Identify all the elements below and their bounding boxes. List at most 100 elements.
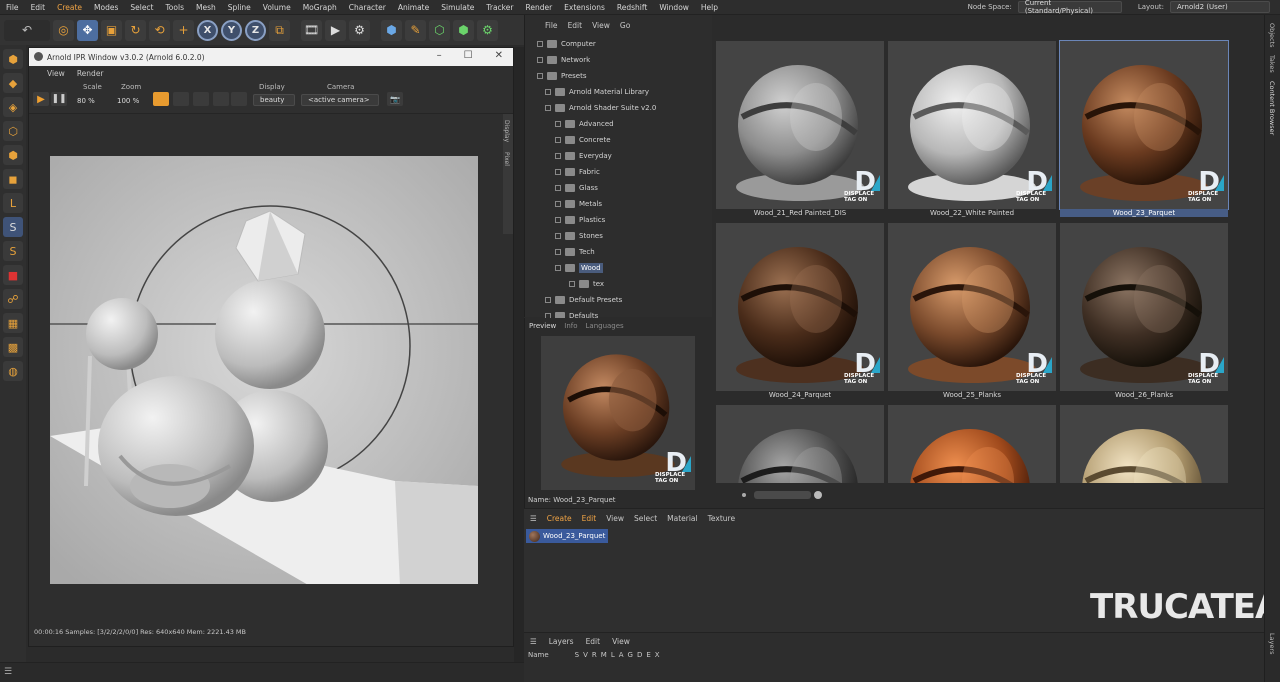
tree-item-tech[interactable]: Tech <box>555 245 595 259</box>
z-axis-lock-button[interactable]: Z <box>245 19 266 41</box>
material-tile[interactable]: D DISPLACE TAG ON <box>888 41 1056 209</box>
menu-render[interactable]: Render <box>519 3 558 12</box>
snapshot-icon[interactable]: 📷 <box>387 92 403 106</box>
zoom-field[interactable]: 100 % <box>117 97 139 105</box>
menu-help[interactable]: Help <box>695 3 724 12</box>
make-editable-icon[interactable]: ⬢ <box>3 49 23 69</box>
rotate-tool-icon[interactable]: ↻ <box>125 19 146 41</box>
subdivision-icon[interactable]: ⬡ <box>429 19 450 41</box>
mat-menu-select[interactable]: Select <box>634 514 657 523</box>
tree-item-stones[interactable]: Stones <box>555 229 603 243</box>
crop-icon[interactable] <box>213 92 229 106</box>
mat-menu-texture[interactable]: Texture <box>708 514 735 523</box>
tree-item-metals[interactable]: Metals <box>555 197 602 211</box>
x-axis-lock-button[interactable]: X <box>197 19 218 41</box>
tree-item-everyday[interactable]: Everyday <box>555 149 612 163</box>
menu-extensions[interactable]: Extensions <box>558 3 611 12</box>
menu-file[interactable]: File <box>0 3 25 12</box>
move-tool-icon[interactable]: ✥ <box>77 19 98 41</box>
tab-languages[interactable]: Languages <box>586 322 624 330</box>
cloner-icon[interactable]: ⬢ <box>453 19 474 41</box>
material-tile[interactable] <box>716 405 884 483</box>
expand-icon[interactable] <box>555 233 561 239</box>
expand-icon[interactable] <box>555 201 561 207</box>
edges-mode-icon[interactable]: ⬢ <box>3 145 23 165</box>
material-tile[interactable] <box>1060 405 1228 483</box>
cb-menu-edit[interactable]: Edit <box>568 21 583 30</box>
menu-select[interactable]: Select <box>124 3 159 12</box>
cb-menu-view[interactable]: View <box>592 21 610 30</box>
tab-info[interactable]: Info <box>564 322 577 330</box>
mat-menu-edit[interactable]: Edit <box>582 514 597 523</box>
node-space-dropdown[interactable]: Current (Standard/Physical) <box>1017 0 1122 15</box>
paint-icon[interactable]: ◍ <box>3 361 23 381</box>
tab-takes[interactable]: Takes <box>1268 55 1276 73</box>
material-tile[interactable]: D DISPLACE TAG ON <box>888 223 1056 391</box>
tree-item-arnold-shader-suite-v2-0[interactable]: Arnold Shader Suite v2.0 <box>545 101 656 115</box>
pen-icon[interactable]: ✎ <box>405 19 426 41</box>
display-side-tab[interactable]: Display <box>503 114 510 142</box>
layers-menu-edit[interactable]: Edit <box>586 637 601 646</box>
mat-menu-create[interactable]: Create <box>547 514 572 523</box>
layer-flag-m[interactable]: M <box>601 651 607 659</box>
expand-icon[interactable] <box>555 185 561 191</box>
tab-objects[interactable]: Objects <box>1268 23 1276 48</box>
render-settings-icon[interactable]: ⚙ <box>349 19 370 41</box>
polygons-mode-icon[interactable]: ◼ <box>3 169 23 189</box>
layer-flag-x[interactable]: X <box>655 651 660 659</box>
undo-icon[interactable]: ↶ <box>4 19 50 41</box>
menu-edit[interactable]: Edit <box>25 3 52 12</box>
slider-track[interactable] <box>753 491 812 499</box>
expand-icon[interactable] <box>537 41 543 47</box>
coordinate-system-icon[interactable]: ⧉ <box>269 19 290 41</box>
menu-icon[interactable]: ☰ <box>530 637 537 646</box>
layer-flag-g[interactable]: G <box>628 651 633 659</box>
expand-icon[interactable] <box>545 297 551 303</box>
snap-icon[interactable]: S <box>3 217 23 237</box>
layer-flag-a[interactable]: A <box>619 651 624 659</box>
tree-item-fabric[interactable]: Fabric <box>555 165 600 179</box>
tab-preview[interactable]: Preview <box>529 322 556 330</box>
layer-flag-l[interactable]: L <box>611 651 615 659</box>
material-chip[interactable]: Wood_23_Parquet <box>526 529 609 543</box>
tree-item-glass[interactable]: Glass <box>555 181 598 195</box>
recent-tools-icon[interactable]: ⟲ <box>149 19 170 41</box>
mat-menu-material[interactable]: Material <box>667 514 697 523</box>
pixel-side-tab[interactable]: Pixel <box>503 142 510 166</box>
tab-layers[interactable]: Layers <box>1268 633 1276 655</box>
live-selection-icon[interactable]: ◎ <box>53 19 74 41</box>
layer-flag-r[interactable]: R <box>592 651 597 659</box>
ipr-render-canvas[interactable] <box>50 156 478 584</box>
cube-icon[interactable]: ⬢ <box>381 19 402 41</box>
floor-icon[interactable]: ▦ <box>3 313 23 333</box>
pause-icon[interactable]: ❚❚ <box>51 92 67 106</box>
panel-divider[interactable] <box>514 47 524 662</box>
cb-menu-go[interactable]: Go <box>620 21 630 30</box>
ipr-menu-render[interactable]: Render <box>77 69 104 78</box>
close-icon[interactable]: ✕ <box>495 50 503 61</box>
globe-icon[interactable] <box>173 92 189 106</box>
menu-simulate[interactable]: Simulate <box>435 3 480 12</box>
play-icon[interactable]: ▶ <box>33 92 49 106</box>
menu-redshift[interactable]: Redshift <box>611 3 653 12</box>
display-mode-icon[interactable] <box>153 92 169 106</box>
menu-modes[interactable]: Modes <box>88 3 124 12</box>
render-region-icon[interactable]: 🎞 <box>301 19 322 41</box>
expand-icon[interactable] <box>555 217 561 223</box>
tree-item-network[interactable]: Network <box>537 53 590 67</box>
tree-item-wood[interactable]: Wood <box>555 261 603 275</box>
pick-icon[interactable] <box>231 92 247 106</box>
tree-item-presets[interactable]: Presets <box>537 69 586 83</box>
menu-spline[interactable]: Spline <box>222 3 257 12</box>
scale-tool-icon[interactable]: ▣ <box>101 19 122 41</box>
layers-menu-layers[interactable]: Layers <box>549 637 574 646</box>
expand-icon[interactable] <box>555 137 561 143</box>
menu-tools[interactable]: Tools <box>160 3 190 12</box>
layers-menu-view[interactable]: View <box>612 637 630 646</box>
expand-icon[interactable] <box>555 153 561 159</box>
display-dropdown[interactable]: beauty <box>253 94 295 106</box>
tab-content-browser[interactable]: Content Browser <box>1268 81 1276 135</box>
camera-dropdown[interactable]: <active camera> <box>301 94 379 106</box>
expand-icon[interactable] <box>537 57 543 63</box>
region-icon[interactable] <box>193 92 209 106</box>
